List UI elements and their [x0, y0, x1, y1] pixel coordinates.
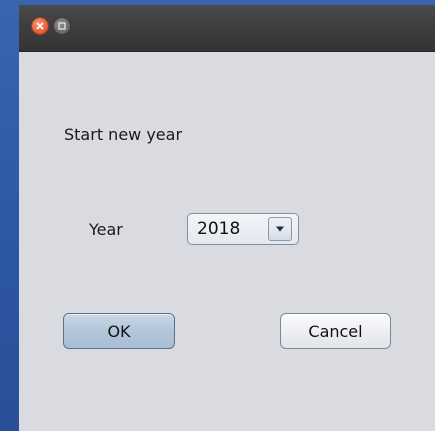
year-select-value: 2018: [197, 219, 241, 239]
close-icon: [36, 22, 44, 30]
dialog-window: Start new year Year 2018 OK Cancel: [19, 5, 435, 431]
maximize-button[interactable]: [53, 17, 71, 35]
year-select-arrow-button[interactable]: [268, 217, 292, 241]
ok-button[interactable]: OK: [63, 313, 175, 349]
title-bar[interactable]: [19, 5, 435, 52]
close-button[interactable]: [31, 17, 49, 35]
year-label: Year: [89, 220, 123, 239]
cancel-button[interactable]: Cancel: [280, 313, 391, 349]
year-select[interactable]: 2018: [187, 213, 299, 245]
chevron-down-icon: [276, 226, 284, 232]
maximize-icon: [58, 22, 66, 30]
dialog-heading: Start new year: [64, 125, 183, 144]
